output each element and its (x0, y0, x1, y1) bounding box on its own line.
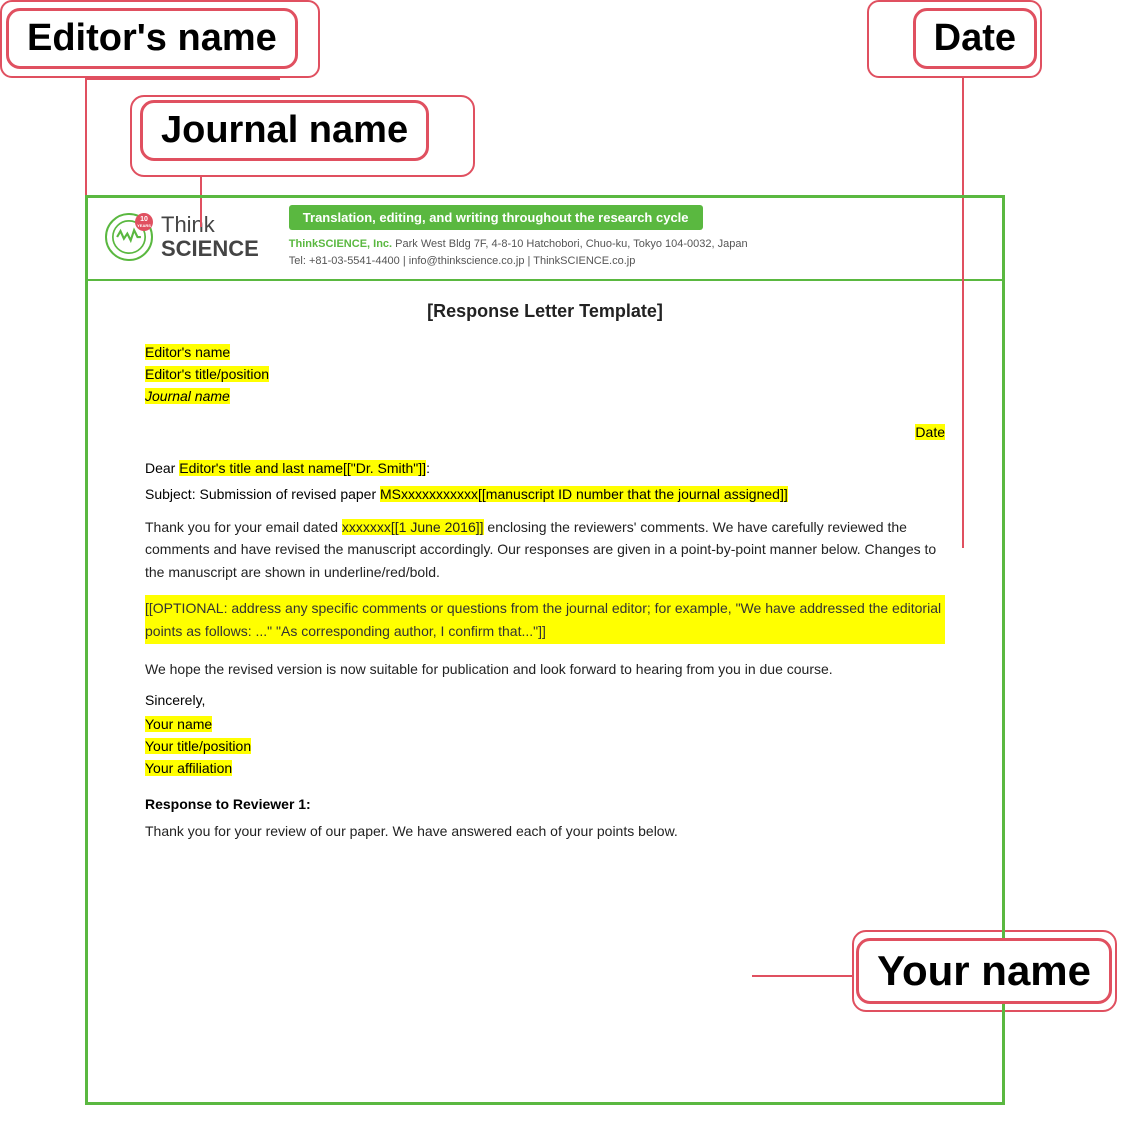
reviewer-paragraph: Thank you for your review of our paper. … (145, 820, 945, 842)
journal-name-field: Journal name (145, 388, 945, 404)
journal-name-label: Journal name (140, 100, 429, 161)
optional-block: [[OPTIONAL: address any specific comment… (145, 595, 945, 644)
doc-title: [Response Letter Template] (145, 301, 945, 322)
your-affiliation-field: Your affiliation (145, 760, 945, 776)
your-name-field: Your name (145, 716, 945, 732)
editors-name-label: Editor's name (6, 8, 298, 69)
date-field: Date (145, 424, 945, 440)
document-header: 10 YEARS Think SCIENCE Translation, edit… (85, 195, 1005, 279)
your-name-label: Your name (856, 938, 1112, 1004)
logo-circle: 10 YEARS (105, 213, 153, 261)
dear-line: Dear Editor's title and last name[["Dr. … (145, 460, 945, 476)
header-right: Translation, editing, and writing throug… (289, 205, 985, 269)
document-body: [Response Letter Template] Editor's name… (85, 281, 1005, 873)
date-label: Date (913, 8, 1037, 69)
logo-text: Think SCIENCE (161, 213, 259, 261)
tagline: Translation, editing, and writing throug… (289, 205, 703, 230)
editor-title-field: Editor's title/position (145, 366, 945, 382)
thinkscience-logo: 10 YEARS Think SCIENCE (105, 213, 259, 261)
contact-info: ThinkSCIENCE, Inc. Park West Bldg 7F, 4-… (289, 236, 985, 269)
sincerely-line: Sincerely, (145, 692, 945, 708)
hope-paragraph: We hope the revised version is now suita… (145, 658, 945, 680)
subject-line: Subject: Submission of revised paper MSx… (145, 486, 945, 502)
your-title-field: Your title/position (145, 738, 945, 754)
reviewer-heading: Response to Reviewer 1: (145, 796, 945, 812)
years-badge: 10 YEARS (135, 213, 153, 231)
document-container: 10 YEARS Think SCIENCE Translation, edit… (85, 195, 1005, 873)
body-paragraph-1: Thank you for your email dated xxxxxxx[[… (145, 516, 945, 583)
editor-name-field: Editor's name (145, 344, 945, 360)
